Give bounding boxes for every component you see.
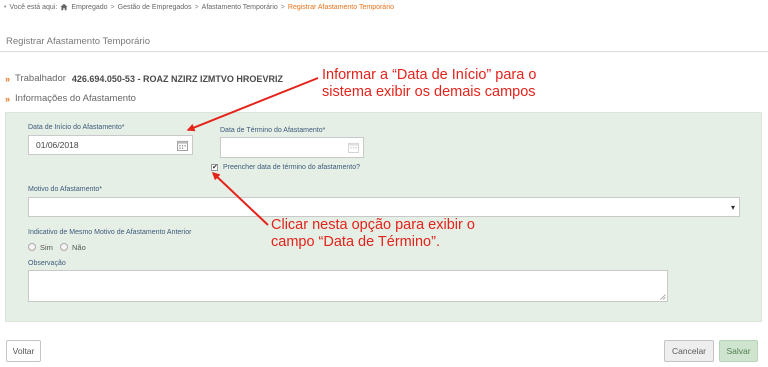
- callout-end-date-line-1: Clicar nesta opção para exibir o: [271, 217, 475, 233]
- worker-value: 426.694.050-53 - ROAZ NZIRZ IZMTVO HROEV…: [71, 73, 283, 84]
- callout-start-date-line-2: sistema exibir os demais campos: [322, 84, 536, 100]
- callout-end-date: Clicar nesta opção para exibir o campo “…: [271, 217, 475, 251]
- same-reason-radio-no[interactable]: [60, 243, 68, 251]
- cancel-button[interactable]: Cancelar: [664, 340, 714, 362]
- same-reason-yes-label[interactable]: Sim: [40, 243, 53, 252]
- chevron-right-icon: »: [5, 93, 11, 104]
- back-button[interactable]: Voltar: [6, 340, 41, 362]
- fill-end-date-checkbox[interactable]: ✔: [211, 164, 218, 171]
- callout-start-date: Informar a “Data de Início” para o siste…: [322, 67, 536, 101]
- breadcrumb-item-employee[interactable]: Empregado: [71, 4, 107, 11]
- calendar-icon[interactable]: [177, 140, 188, 151]
- reason-label: Motivo do Afastamento*: [28, 186, 102, 193]
- callout-end-date-line-2: campo “Data de Término”.: [271, 234, 440, 250]
- notes-label: Observação: [28, 260, 66, 267]
- same-reason-radio-yes[interactable]: [28, 243, 36, 251]
- chevron-right-icon: »: [5, 73, 11, 84]
- home-icon[interactable]: [60, 3, 68, 11]
- section-heading: » Informações do Afastamento: [5, 93, 136, 104]
- breadcrumb-prefix: Você está aqui:: [9, 3, 58, 11]
- end-date-label: Data de Término do Afastamento*: [220, 127, 325, 134]
- end-date-input[interactable]: [220, 137, 364, 158]
- save-button[interactable]: Salvar: [719, 340, 758, 362]
- section-title: Informações do Afastamento: [15, 93, 136, 104]
- start-date-label-text: Data de Início do Afastamento: [28, 124, 122, 131]
- callout-start-date-line-1: Informar a “Data de Início” para o: [322, 67, 537, 83]
- same-reason-label: Indicativo de Mesmo Motivo de Afastament…: [28, 229, 192, 236]
- breadcrumb-bullet-icon: •: [4, 3, 7, 11]
- breadcrumb: • Você está aqui: Empregado > Gestão de …: [4, 2, 394, 12]
- breadcrumb-item-current: Registrar Afastamento Temporário: [287, 3, 394, 11]
- reason-select[interactable]: ▾: [28, 197, 740, 217]
- breadcrumb-separator: >: [280, 3, 285, 11]
- required-mark: *: [99, 186, 102, 193]
- notes-textarea[interactable]: [28, 270, 668, 302]
- breadcrumb-item-temporary-leave[interactable]: Afastamento Temporário: [202, 4, 278, 11]
- start-date-label: Data de Início do Afastamento*: [28, 124, 125, 131]
- chevron-down-icon[interactable]: ▾: [731, 203, 735, 212]
- end-date-label-text: Data de Término do Afastamento: [220, 127, 323, 134]
- required-mark: *: [121, 124, 125, 131]
- page-title: Registrar Afastamento Temporário: [6, 36, 150, 47]
- worker-label: Trabalhador: [15, 73, 66, 84]
- start-date-value: 01/06/2018: [36, 140, 79, 150]
- required-mark: *: [322, 127, 326, 134]
- resize-grip-icon[interactable]: [660, 294, 666, 300]
- breadcrumb-item-employee-management[interactable]: Gestão de Empregados: [118, 4, 192, 11]
- same-reason-no-label[interactable]: Não: [72, 243, 86, 252]
- start-date-input[interactable]: 01/06/2018: [28, 135, 193, 155]
- calendar-icon[interactable]: [348, 142, 359, 153]
- worker-info: » Trabalhador 426.694.050-53 - ROAZ NZIR…: [5, 73, 283, 84]
- fill-end-date-label[interactable]: Preencher data de término do afastamento…: [223, 164, 360, 171]
- breadcrumb-separator: >: [110, 3, 115, 11]
- breadcrumb-separator: >: [194, 3, 199, 11]
- title-divider: [0, 51, 768, 52]
- reason-label-text: Motivo do Afastamento: [28, 186, 100, 193]
